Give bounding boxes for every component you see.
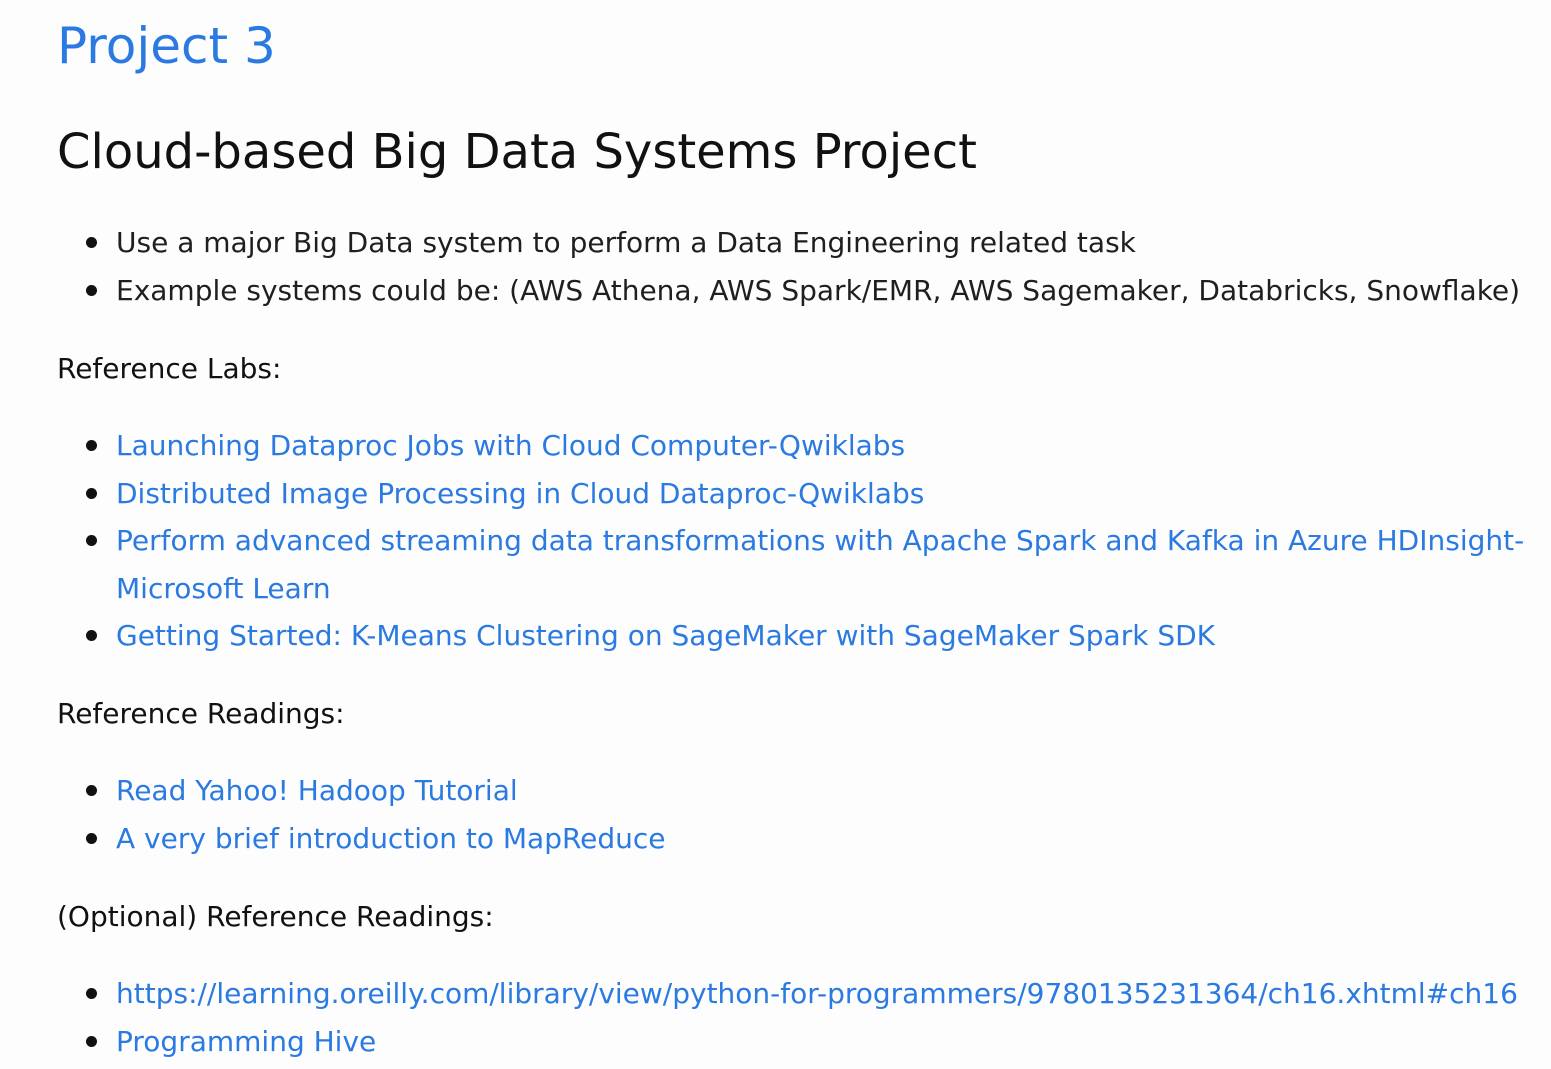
- lab-link-kmeans-sagemaker[interactable]: Getting Started: K-Means Clustering on S…: [116, 619, 1215, 652]
- list-item-text: Use a major Big Data system to perform a…: [116, 226, 1136, 259]
- reference-readings-label: Reference Readings:: [57, 697, 345, 730]
- page-title: Cloud-based Big Data Systems Project: [57, 124, 977, 180]
- list-item: https://learning.oreilly.com/library/vie…: [57, 970, 1518, 1018]
- reference-labs-list: Launching Dataproc Jobs with Cloud Compu…: [57, 422, 1537, 660]
- optional-reading-link-oreilly[interactable]: https://learning.oreilly.com/library/vie…: [116, 977, 1518, 1010]
- reading-link-yahoo-hadoop[interactable]: Read Yahoo! Hadoop Tutorial: [116, 774, 518, 807]
- lab-link-dataproc-jobs[interactable]: Launching Dataproc Jobs with Cloud Compu…: [116, 429, 905, 462]
- reference-readings-list: Read Yahoo! Hadoop Tutorial A very brief…: [57, 767, 666, 862]
- reading-link-mapreduce[interactable]: A very brief introduction to MapReduce: [116, 822, 666, 855]
- list-item-text: Example systems could be: (AWS Athena, A…: [116, 273, 1521, 307]
- intro-list: Use a major Big Data system to perform a…: [57, 219, 1520, 314]
- reference-labs-label: Reference Labs:: [57, 352, 282, 385]
- list-item: Read Yahoo! Hadoop Tutorial: [57, 767, 666, 815]
- list-item: Distributed Image Processing in Cloud Da…: [57, 470, 1537, 518]
- list-item: Programming Hive: [57, 1018, 1518, 1066]
- list-item: Launching Dataproc Jobs with Cloud Compu…: [57, 422, 1537, 470]
- list-item: Getting Started: K-Means Clustering on S…: [57, 612, 1537, 660]
- lab-link-spark-kafka-hdinsight[interactable]: Perform advanced streaming data transfor…: [116, 524, 1524, 605]
- lab-link-image-processing[interactable]: Distributed Image Processing in Cloud Da…: [116, 477, 924, 510]
- optional-reading-link-programming-hive[interactable]: Programming Hive: [116, 1025, 376, 1058]
- project-title-link[interactable]: Project 3: [57, 14, 276, 78]
- optional-readings-label: (Optional) Reference Readings:: [57, 900, 494, 933]
- list-item: Use a major Big Data system to perform a…: [57, 219, 1520, 267]
- list-item: Example systems could be: (AWS Athena, A…: [57, 267, 1520, 315]
- optional-readings-list: https://learning.oreilly.com/library/vie…: [57, 970, 1518, 1065]
- list-item: A very brief introduction to MapReduce: [57, 815, 666, 863]
- list-item: Perform advanced streaming data transfor…: [57, 517, 1537, 612]
